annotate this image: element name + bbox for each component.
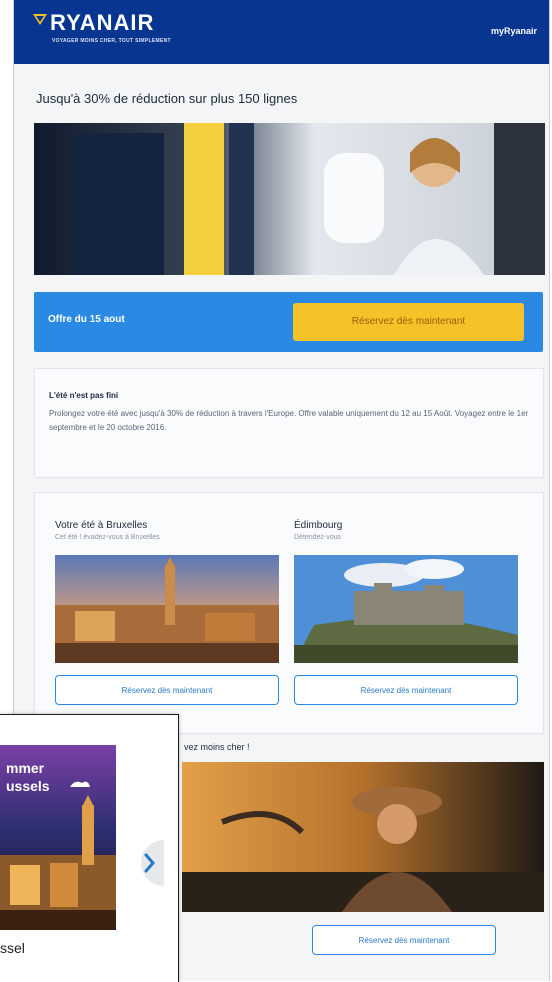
brand-tagline: VOYAGER MOINS CHER, TOUT SIMPLEMENT (52, 38, 171, 44)
info-card: L'été n'est pas fini Prolongez votre été… (34, 368, 544, 478)
header-bar: RYANAIR VOYAGER MOINS CHER, TOUT SIMPLEM… (14, 0, 549, 64)
travel-photo (182, 762, 544, 912)
edinburgh-subtitle: Détendez-vous (294, 534, 342, 541)
destinations-card: Votre été à Bruxelles Cet été ! évadez-v… (34, 492, 544, 734)
edinburgh-image[interactable] (294, 555, 518, 663)
edinburgh-book-button[interactable]: Réservez dès maintenant (294, 675, 518, 705)
my-ryanair-link[interactable]: myRyanair (491, 26, 537, 36)
caption-line-2: ussels (6, 778, 50, 794)
promo-book-button[interactable]: Réservez dès maintenant (293, 303, 524, 341)
info-text: Prolongez votre été avec jusqu'à 30% de … (49, 409, 529, 432)
edinburgh-title: Édimbourg (294, 520, 343, 531)
info-title: L'été n'est pas fini (49, 391, 119, 400)
harp-icon (33, 14, 47, 25)
hero-image (34, 123, 545, 275)
chevron-right-icon (141, 840, 164, 886)
page-headline: Jusqu'à 30% de réduction sur plus 150 li… (36, 91, 298, 106)
brussels-image[interactable] (55, 555, 279, 663)
bottom-book-button[interactable]: Réservez dès maintenant (312, 925, 496, 955)
cheaper-heading: vez moins cher ! (184, 742, 250, 752)
next-slide-button[interactable] (128, 840, 164, 886)
brand-name: RYANAIR (50, 10, 155, 35)
promo-label: Offre du 15 aout (48, 314, 125, 325)
caption-line-1: mmer (6, 760, 45, 776)
summer-brussels-image[interactable]: mmer ussels (0, 745, 116, 930)
promo-banner: Offre du 15 aout Réservez dès maintenant (34, 292, 543, 352)
overlay-caption: ssel (0, 940, 25, 956)
brussels-book-button[interactable]: Réservez dès maintenant (55, 675, 279, 705)
brussels-title: Votre été à Bruxelles (55, 520, 148, 531)
brussels-subtitle: Cet été ! évadez-vous à Bruxelles (55, 534, 160, 541)
